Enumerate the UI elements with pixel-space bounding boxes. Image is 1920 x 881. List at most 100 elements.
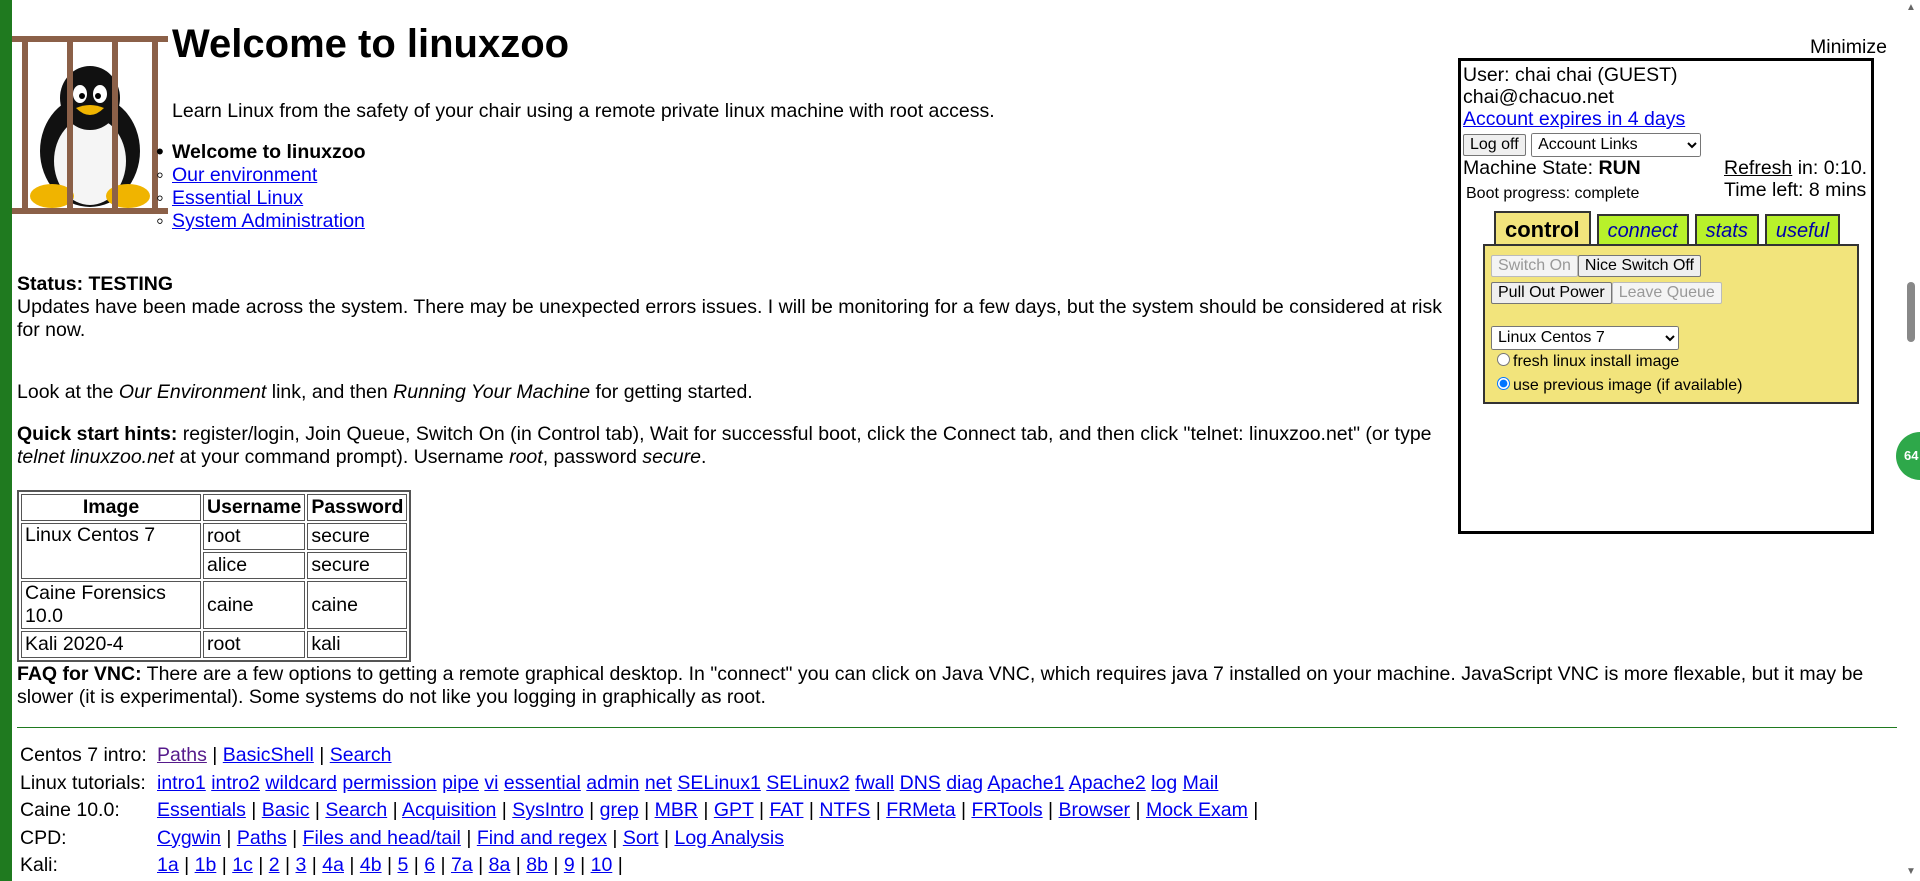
- account-expires-link[interactable]: Account expires in 4 days: [1463, 108, 1685, 130]
- link-row: Caine 10.0: Essentials | Basic | Search |…: [20, 797, 1258, 825]
- floating-widget-badge[interactable]: 64: [1896, 432, 1920, 480]
- tab-control[interactable]: control: [1494, 211, 1591, 246]
- table-row: Linux Centos 7 root secure: [21, 523, 408, 579]
- tab-stats[interactable]: stats: [1694, 214, 1759, 246]
- tutorial-link[interactable]: Apache1: [987, 772, 1064, 794]
- tutorial-link[interactable]: FAT: [769, 799, 803, 821]
- tutorial-link[interactable]: log: [1151, 772, 1177, 794]
- tutorial-link[interactable]: DNS: [900, 772, 941, 794]
- tab-connect[interactable]: connect: [1596, 214, 1689, 246]
- tutorial-link[interactable]: MBR: [655, 799, 698, 821]
- tutorial-link[interactable]: Mock Exam: [1146, 799, 1248, 821]
- link-row-label: Centos 7 intro:: [20, 744, 147, 766]
- switch-on-button[interactable]: Switch On: [1491, 255, 1578, 277]
- nice-switch-off-button[interactable]: Nice Switch Off: [1577, 255, 1701, 277]
- radio-previous-image[interactable]: use previous image (if available): [1497, 375, 1742, 397]
- tutorial-link[interactable]: SysIntro: [512, 799, 584, 821]
- table-row: Kali 2020-4 root kali: [21, 631, 408, 658]
- tutorial-link[interactable]: wildcard: [265, 772, 337, 794]
- scrollbar-thumb[interactable]: [1907, 282, 1915, 342]
- tutorial-link[interactable]: 1a: [157, 854, 179, 876]
- tutorial-link[interactable]: grep: [600, 799, 639, 821]
- logoff-button[interactable]: Log off: [1463, 134, 1526, 156]
- link-row: Centos 7 intro: Paths | BasicShell | Sear…: [20, 742, 1258, 770]
- tutorial-link[interactable]: FRMeta: [886, 799, 955, 821]
- panel-tabs: control connect stats useful: [1494, 211, 1841, 246]
- user-email: chai@chacuo.net: [1463, 86, 1614, 108]
- tutorial-link[interactable]: intro2: [211, 772, 260, 794]
- pull-out-power-button[interactable]: Pull Out Power: [1491, 282, 1612, 304]
- tutorial-link[interactable]: Files and head/tail: [303, 827, 461, 849]
- essential-linux-link[interactable]: Essential Linux: [172, 187, 303, 209]
- refresh-link[interactable]: Refresh: [1724, 157, 1792, 179]
- tutorial-link[interactable]: 4a: [322, 854, 344, 876]
- tutorial-link[interactable]: 2: [269, 854, 280, 876]
- tutorial-link[interactable]: 1c: [232, 854, 253, 876]
- scroll-up-arrow-icon[interactable]: ▲: [1906, 2, 1916, 13]
- refresh-status: Refresh in: 0:10.: [1724, 156, 1868, 179]
- tutorial-link[interactable]: 10: [591, 854, 613, 876]
- left-green-bar: [0, 0, 12, 881]
- tutorial-link[interactable]: Paths: [157, 744, 207, 766]
- tutorial-link[interactable]: admin: [586, 772, 639, 794]
- tutorial-link[interactable]: SELinux2: [766, 772, 849, 794]
- tutorial-link[interactable]: intro1: [157, 772, 206, 794]
- link-row: Kali: 1a | 1b | 1c | 2 | 3 | 4a | 4b | 5 …: [20, 852, 1258, 880]
- tutorial-link[interactable]: fwall: [855, 772, 894, 794]
- user-line: User: chai chai (GUEST): [1463, 64, 1678, 86]
- tutorial-link[interactable]: diag: [946, 772, 983, 794]
- tutorial-link[interactable]: Browser: [1059, 799, 1131, 821]
- tutorial-link[interactable]: Log Analysis: [674, 827, 784, 849]
- tutorial-link[interactable]: Acquisition: [402, 799, 496, 821]
- radio-fresh-input[interactable]: [1497, 353, 1510, 366]
- tutorial-link[interactable]: 9: [564, 854, 575, 876]
- tutorial-link[interactable]: 5: [397, 854, 408, 876]
- getting-started-text: Look at the Our Environment link, and th…: [17, 381, 753, 403]
- tutorial-link[interactable]: essential: [504, 772, 581, 794]
- radio-fresh-image[interactable]: fresh linux install image: [1497, 351, 1679, 373]
- tutorial-link[interactable]: 3: [296, 854, 307, 876]
- tutorial-link[interactable]: Cygwin: [157, 827, 221, 849]
- tutorial-link[interactable]: Apache2: [1069, 772, 1146, 794]
- tutorial-link[interactable]: 1b: [195, 854, 217, 876]
- tutorial-link[interactable]: Basic: [262, 799, 310, 821]
- link-row-label: Caine 10.0:: [20, 799, 120, 821]
- tutorial-links: Centos 7 intro: Paths | BasicShell | Sear…: [20, 742, 1258, 880]
- tutorial-link[interactable]: SELinux1: [677, 772, 760, 794]
- tutorial-link[interactable]: 4b: [360, 854, 382, 876]
- tutorial-link[interactable]: FRTools: [971, 799, 1042, 821]
- tutorial-link[interactable]: Mail: [1183, 772, 1219, 794]
- tutorial-link[interactable]: Essentials: [157, 799, 246, 821]
- tab-useful[interactable]: useful: [1764, 214, 1841, 246]
- tutorial-link[interactable]: NTFS: [819, 799, 870, 821]
- tutorial-link[interactable]: permission: [342, 772, 436, 794]
- tutorial-link[interactable]: pipe: [442, 772, 479, 794]
- account-links-select[interactable]: Account Links: [1531, 132, 1702, 157]
- tutorial-link[interactable]: Paths: [237, 827, 287, 849]
- our-environment-link[interactable]: Our environment: [172, 164, 317, 186]
- image-select[interactable]: Linux Centos 7: [1491, 325, 1679, 350]
- tutorial-link[interactable]: net: [645, 772, 672, 794]
- leave-queue-button[interactable]: Leave Queue: [1611, 282, 1722, 304]
- tutorial-link[interactable]: 8b: [526, 854, 548, 876]
- link-row: CPD: Cygwin | Paths | Files and head/tail…: [20, 825, 1258, 853]
- tutorial-link[interactable]: 6: [424, 854, 435, 876]
- tutorial-link[interactable]: 7a: [451, 854, 473, 876]
- tutorial-link[interactable]: Search: [330, 744, 392, 766]
- link-row-label: Kali:: [20, 854, 58, 876]
- radio-previous-input[interactable]: [1497, 377, 1510, 390]
- system-administration-link[interactable]: System Administration: [172, 210, 365, 232]
- tutorial-link[interactable]: Search: [325, 799, 387, 821]
- tutorial-link[interactable]: Find and regex: [477, 827, 607, 849]
- tutorial-link[interactable]: vi: [484, 772, 498, 794]
- tutorial-link[interactable]: GPT: [714, 799, 754, 821]
- scroll-down-arrow-icon[interactable]: ▼: [1906, 866, 1916, 877]
- status-heading: Status: TESTING: [17, 273, 174, 295]
- tutorial-link[interactable]: Sort: [623, 827, 659, 849]
- minimize-link[interactable]: Minimize: [1810, 36, 1887, 59]
- login-credentials-table: Image Username Password Linux Centos 7 r…: [17, 490, 412, 662]
- machine-control-panel: User: chai chai (GUEST) chai@chacuo.net …: [1458, 58, 1874, 534]
- tutorial-link[interactable]: 8a: [489, 854, 511, 876]
- page-title: Welcome to linuxzoo: [172, 22, 570, 66]
- tutorial-link[interactable]: BasicShell: [223, 744, 314, 766]
